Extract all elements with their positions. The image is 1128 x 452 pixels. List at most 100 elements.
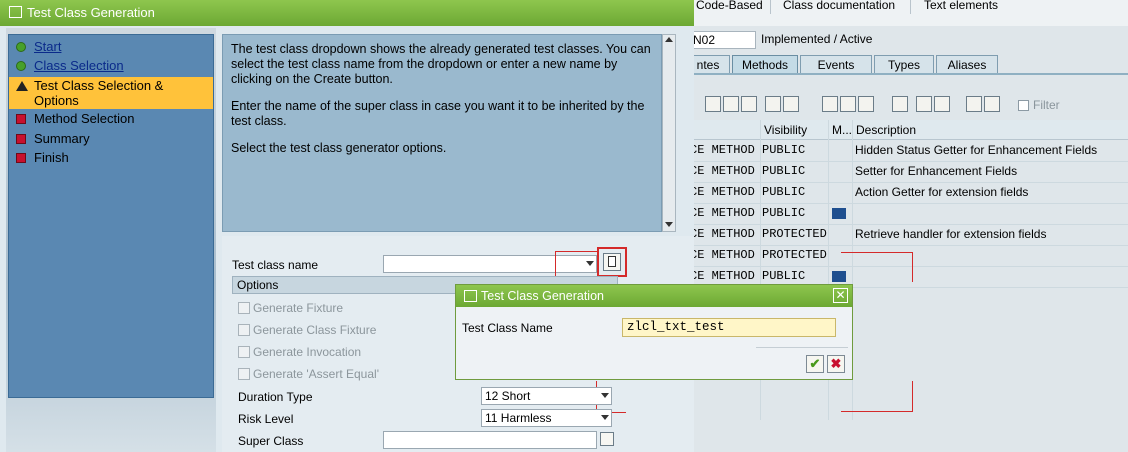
generate-invocation-checkbox[interactable] — [238, 346, 250, 358]
description-scrollbar[interactable] — [662, 34, 676, 232]
tab-types[interactable]: Types — [874, 55, 934, 73]
chevron-down-icon — [586, 261, 594, 266]
table-row[interactable]: CE METHOD PUBLIC Action Getter for extensi… — [690, 182, 1128, 204]
tab-aliases[interactable]: Aliases — [936, 55, 998, 73]
cut-icon[interactable] — [822, 96, 838, 112]
confirm-button[interactable]: ✔ — [806, 355, 824, 373]
column-header-type — [690, 120, 760, 140]
create-button[interactable] — [603, 253, 621, 271]
cell-description: Hidden Status Getter for Enhancement Fie… — [855, 143, 1098, 157]
cell-visibility: PROTECTED — [762, 248, 827, 262]
method-toolbar — [690, 92, 1128, 118]
tab-events[interactable]: Events — [800, 55, 872, 73]
class-status: Implemented / Active — [761, 32, 873, 46]
super-class-field[interactable] — [383, 431, 597, 449]
copy-row-icon[interactable] — [840, 96, 856, 112]
redefine-icon — [832, 208, 846, 219]
cell-description — [855, 245, 1128, 266]
column-header-m[interactable]: M... — [828, 120, 852, 140]
scroll-up-icon[interactable] — [665, 37, 673, 42]
cell-visibility: PUBLIC — [762, 143, 806, 157]
test-class-name-input[interactable]: zlcl_txt_test — [622, 318, 836, 337]
toolbar-separator — [770, 0, 771, 14]
step-todo-icon — [16, 153, 26, 163]
tab-methods[interactable]: Methods — [732, 55, 798, 75]
cell-visibility: PUBLIC — [762, 206, 806, 220]
find-icon[interactable] — [916, 96, 932, 112]
wizard-description: The test class dropdown shows the alread… — [222, 34, 662, 232]
step-todo-icon — [16, 114, 26, 124]
cancel-button[interactable]: ✖ — [827, 355, 845, 373]
wizard-title-bar: Test Class Generation — [0, 0, 694, 26]
window-icon — [9, 6, 22, 18]
code-based-button[interactable]: Code-Based — [696, 0, 763, 12]
annotation-line — [841, 411, 913, 412]
cell-visibility: PUBLIC — [762, 185, 806, 199]
column-header-visibility[interactable]: Visibility — [760, 120, 828, 140]
description-paragraph: The test class dropdown shows the alread… — [231, 42, 651, 86]
text-elements-button[interactable]: Text elements — [924, 0, 998, 12]
copy-icon[interactable] — [723, 96, 739, 112]
cell-type: CE METHOD — [690, 143, 755, 157]
popup-title: Test Class Generation — [481, 289, 604, 303]
wizard-title: Test Class Generation — [27, 5, 155, 20]
table-row[interactable]: CE METHOD PUBLIC — [690, 203, 1128, 225]
generate-fixture-checkbox[interactable] — [238, 302, 250, 314]
print-icon[interactable] — [892, 96, 908, 112]
annotation-line — [912, 381, 913, 411]
class-documentation-button[interactable]: Class documentation — [783, 0, 895, 12]
cell-type: CE METHOD — [690, 164, 755, 178]
table-row[interactable]: CE METHOD PROTECTED Retrieve handler for e… — [690, 224, 1128, 246]
test-class-name-label: Test class name — [232, 258, 319, 272]
redefine-icon — [832, 271, 846, 282]
cell-description — [855, 266, 1128, 287]
window-icon — [464, 290, 477, 302]
find-next-icon[interactable] — [934, 96, 950, 112]
cell-type: CE METHOD — [690, 248, 755, 262]
detail-view-icon[interactable] — [705, 96, 721, 112]
wizard-steps: Start Class Selection Test Class Selecti… — [8, 34, 214, 398]
paste-icon[interactable] — [858, 96, 874, 112]
settings-icon[interactable] — [966, 96, 982, 112]
annotation-line — [555, 251, 597, 252]
cell-visibility: PROTECTED — [762, 227, 827, 241]
cell-description: Action Getter for extension fields — [855, 185, 1029, 199]
navigate-icon[interactable] — [741, 96, 757, 112]
annotation-line — [912, 252, 913, 282]
generate-invocation-label: Generate Invocation — [253, 345, 362, 359]
filter-checkbox[interactable] — [1018, 100, 1029, 111]
step-test-class-selection[interactable]: Test Class Selection & Options — [9, 77, 213, 109]
test-class-name-field-label: Test Class Name — [462, 321, 553, 335]
cell-type: CE METHOD — [690, 185, 755, 199]
cell-description — [855, 203, 1128, 224]
duration-type-select[interactable]: 12 Short — [481, 387, 612, 405]
annotation-line — [841, 252, 913, 253]
cell-description: Setter for Enhancement Fields — [855, 164, 1018, 178]
cell-description: Retrieve handler for extension fields — [855, 227, 1047, 241]
cell-type: CE METHOD — [690, 227, 755, 241]
class-name-field[interactable]: N02 — [690, 31, 756, 49]
step-todo-icon — [16, 134, 26, 144]
value-help-icon[interactable] — [600, 432, 614, 446]
test-class-dropdown[interactable] — [383, 255, 597, 273]
chevron-down-icon — [601, 393, 609, 398]
new-document-icon — [608, 256, 616, 267]
table-row[interactable]: CE METHOD PROTECTED — [690, 245, 1128, 267]
filter-label: Filter — [1033, 98, 1060, 112]
scroll-down-icon[interactable] — [665, 222, 673, 227]
table-row[interactable]: CE METHOD PUBLIC Setter for Enhancement Fi… — [690, 161, 1128, 183]
close-icon[interactable]: ✕ — [833, 288, 848, 303]
delete-row-icon[interactable] — [783, 96, 799, 112]
generate-assert-equal-checkbox[interactable] — [238, 368, 250, 380]
risk-level-select[interactable]: 11 Harmless — [481, 409, 612, 427]
undo-icon[interactable] — [984, 96, 1000, 112]
column-header-description[interactable]: Description — [852, 120, 1128, 140]
insert-row-icon[interactable] — [765, 96, 781, 112]
step-done-icon — [16, 42, 26, 52]
tab-underline — [690, 73, 1128, 75]
warning-icon — [16, 81, 28, 91]
cell-type: CE METHOD — [690, 206, 755, 220]
generate-class-fixture-checkbox[interactable] — [238, 324, 250, 336]
test-class-popup: Test Class Generation ✕ Test Class Name … — [455, 284, 853, 380]
table-row[interactable]: CE METHOD PUBLIC Hidden Status Getter for … — [690, 140, 1128, 162]
